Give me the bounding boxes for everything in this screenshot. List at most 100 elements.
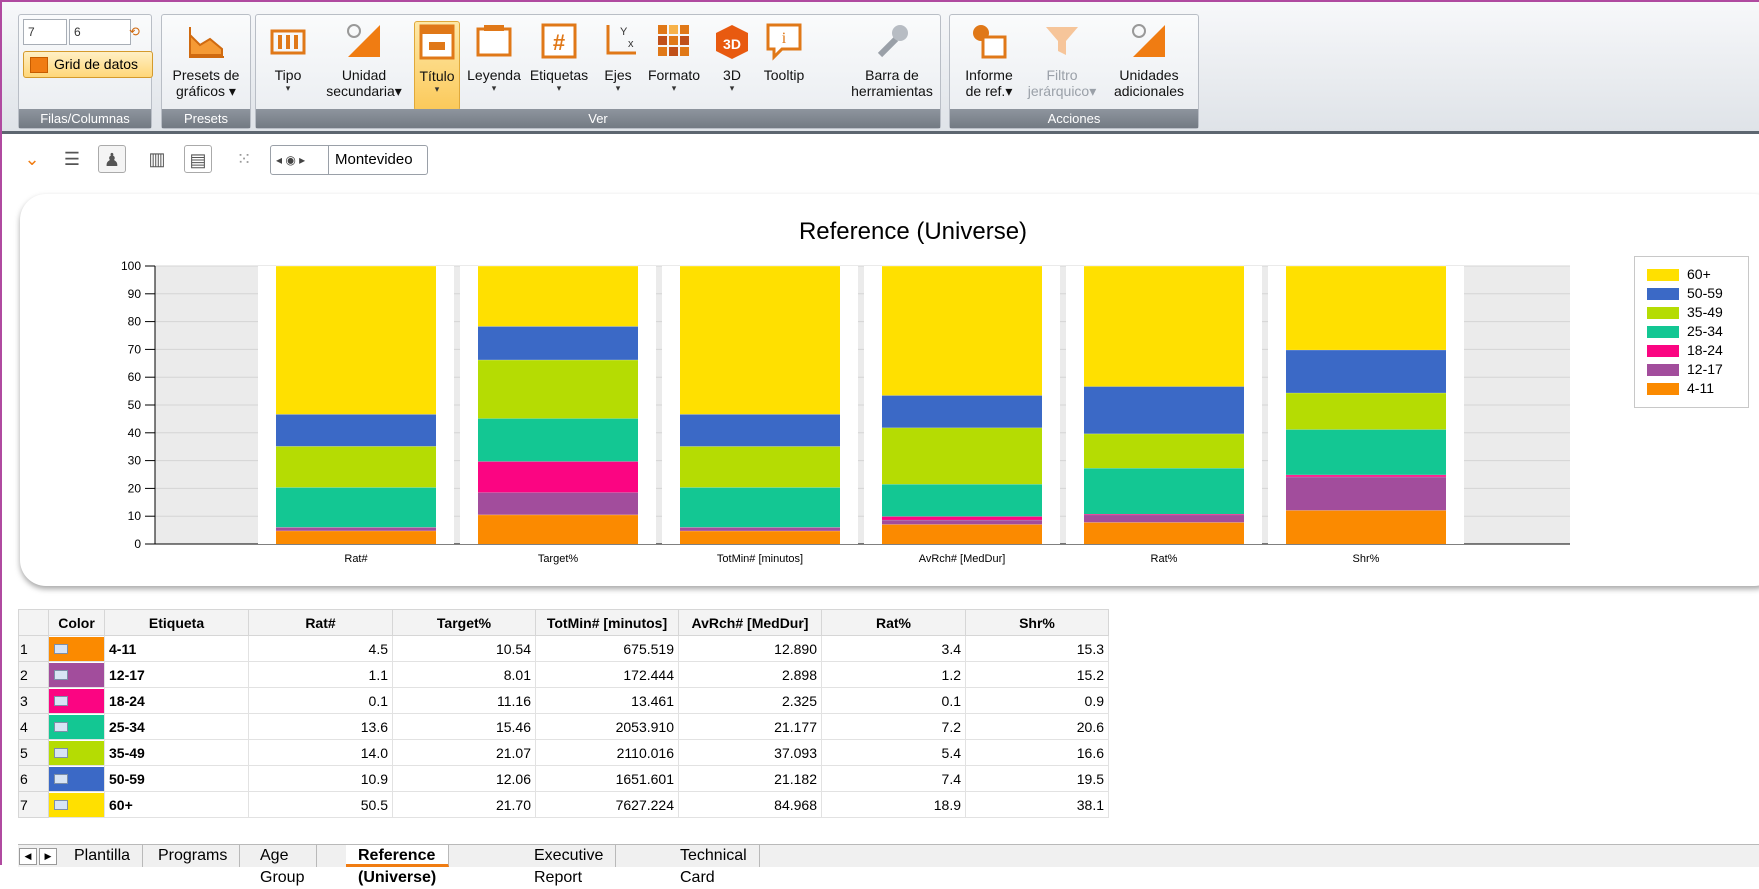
titulo-button[interactable]: Título▾ (414, 21, 460, 111)
bar-segment-50-59[interactable] (276, 414, 436, 446)
bar-segment-35-49[interactable] (680, 446, 840, 487)
table-row[interactable]: 650-5910.912.061651.60121.1827.419.5 (19, 766, 1109, 792)
value-cell[interactable]: 13.461 (536, 688, 679, 714)
legend-item[interactable]: 50-59 (1647, 284, 1748, 303)
col-header-color[interactable]: Color (49, 610, 105, 636)
collapse-chevron-icon[interactable]: ⌄ (18, 145, 46, 173)
value-cell[interactable]: 1.1 (249, 662, 393, 688)
refresh-grid-icon[interactable]: ⟲ (129, 19, 149, 45)
tab-prev-icon[interactable]: ◀ (19, 848, 37, 865)
legend-item[interactable]: 25-34 (1647, 322, 1748, 341)
table-row[interactable]: 760+50.521.707627.22484.96818.938.1 (19, 792, 1109, 818)
location-selector[interactable]: ◂ ◉ ▸ Montevideo (270, 145, 428, 175)
value-cell[interactable]: 7.4 (822, 766, 966, 792)
bar-segment-35-49[interactable] (1286, 393, 1446, 430)
value-cell[interactable]: 4.5 (249, 636, 393, 662)
table-row[interactable]: 212-171.18.01172.4442.8981.215.2 (19, 662, 1109, 688)
value-cell[interactable]: 20.6 (966, 714, 1109, 740)
value-cell[interactable]: 21.70 (393, 792, 536, 818)
bar-segment-18-24[interactable] (478, 461, 638, 492)
bar-segment-60+[interactable] (882, 266, 1042, 395)
value-cell[interactable]: 11.16 (393, 688, 536, 714)
tab-next-icon[interactable]: ▶ (39, 848, 57, 865)
value-cell[interactable]: 14.0 (249, 740, 393, 766)
value-cell[interactable]: 21.07 (393, 740, 536, 766)
value-cell[interactable]: 2.325 (679, 688, 822, 714)
legend-item[interactable]: 60+ (1647, 265, 1748, 284)
list-view-icon[interactable]: ☰ (58, 145, 86, 173)
tab-age-group[interactable]: Age Group (248, 845, 317, 867)
bar-segment-50-59[interactable] (478, 326, 638, 360)
value-cell[interactable]: 10.54 (393, 636, 536, 662)
bar-segment-4-11[interactable] (680, 531, 840, 544)
value-cell[interactable]: 16.6 (966, 740, 1109, 766)
col-header-rat[interactable]: Rat# (249, 610, 393, 636)
value-cell[interactable]: 15.46 (393, 714, 536, 740)
table-row[interactable]: 425-3413.615.462053.91021.1777.220.6 (19, 714, 1109, 740)
color-cell[interactable] (49, 662, 105, 688)
value-cell[interactable]: 84.968 (679, 792, 822, 818)
bar-segment-35-49[interactable] (276, 446, 436, 487)
bar-segment-12-17[interactable] (478, 492, 638, 514)
value-cell[interactable]: 2053.910 (536, 714, 679, 740)
value-cell[interactable]: 8.01 (393, 662, 536, 688)
table-row[interactable]: 535-4914.021.072110.01637.0935.416.6 (19, 740, 1109, 766)
color-cell[interactable] (49, 688, 105, 714)
bar-segment-25-34[interactable] (1286, 429, 1446, 474)
value-cell[interactable]: 0.9 (966, 688, 1109, 714)
ejes-button[interactable]: Yx Ejes▾ (598, 21, 638, 93)
bar-segment-18-24[interactable] (882, 516, 1042, 520)
value-cell[interactable]: 18.9 (822, 792, 966, 818)
color-swatch[interactable] (49, 767, 104, 791)
legend-item[interactable]: 35-49 (1647, 303, 1748, 322)
cols-spinner[interactable]: 6 (69, 19, 131, 45)
value-cell[interactable]: 675.519 (536, 636, 679, 662)
tab-plantilla[interactable]: Plantilla (62, 845, 143, 867)
table-row[interactable]: 14-114.510.54675.51912.8903.415.3 (19, 636, 1109, 662)
bar-segment-60+[interactable] (478, 266, 638, 326)
filtro-jerarquico-button[interactable]: Filtrojerárquico▾ (1024, 21, 1100, 99)
bar-segment-12-17[interactable] (1286, 477, 1446, 510)
bar-segment-50-59[interactable] (1286, 350, 1446, 393)
legend-item[interactable]: 18-24 (1647, 341, 1748, 360)
color-cell[interactable] (49, 740, 105, 766)
ruler-view-icon[interactable]: ▤ (184, 145, 212, 173)
bar-segment-25-34[interactable] (1084, 468, 1244, 514)
legend-item[interactable]: 12-17 (1647, 360, 1748, 379)
color-cell[interactable] (49, 766, 105, 792)
tipo-button[interactable]: Tipo▾ (262, 21, 314, 93)
col-header-totmin[interactable]: TotMin# [minutos] (536, 610, 679, 636)
color-swatch[interactable] (49, 793, 104, 817)
color-cell[interactable] (49, 792, 105, 818)
bar-segment-50-59[interactable] (882, 395, 1042, 427)
value-cell[interactable]: 21.182 (679, 766, 822, 792)
value-cell[interactable]: 2110.016 (536, 740, 679, 766)
color-swatch[interactable] (49, 741, 104, 765)
bar-segment-25-34[interactable] (478, 418, 638, 461)
color-swatch[interactable] (49, 715, 104, 739)
value-cell[interactable]: 19.5 (966, 766, 1109, 792)
value-cell[interactable]: 1651.601 (536, 766, 679, 792)
value-cell[interactable]: 3.4 (822, 636, 966, 662)
barra-herramientas-button[interactable]: Barra deherramientas (844, 21, 940, 99)
value-cell[interactable]: 1.2 (822, 662, 966, 688)
value-cell[interactable]: 5.4 (822, 740, 966, 766)
col-header-shr[interactable]: Shr% (966, 610, 1109, 636)
bar-segment-12-17[interactable] (1084, 515, 1244, 523)
value-cell[interactable]: 2.898 (679, 662, 822, 688)
col-header-etiqueta[interactable]: Etiqueta (105, 610, 249, 636)
value-cell[interactable]: 12.890 (679, 636, 822, 662)
bar-segment-60+[interactable] (1084, 266, 1244, 387)
color-cell[interactable] (49, 714, 105, 740)
color-cell[interactable] (49, 636, 105, 662)
value-cell[interactable]: 37.093 (679, 740, 822, 766)
color-swatch[interactable] (49, 689, 104, 713)
leyenda-button[interactable]: Leyenda▾ (466, 21, 522, 93)
bar-segment-35-49[interactable] (478, 360, 638, 419)
bar-segment-35-49[interactable] (882, 428, 1042, 484)
value-cell[interactable]: 38.1 (966, 792, 1109, 818)
unidades-adicionales-button[interactable]: Unidadesadicionales (1106, 21, 1192, 99)
bar-segment-4-11[interactable] (1286, 510, 1446, 544)
bar-segment-4-11[interactable] (478, 515, 638, 544)
value-cell[interactable]: 10.9 (249, 766, 393, 792)
